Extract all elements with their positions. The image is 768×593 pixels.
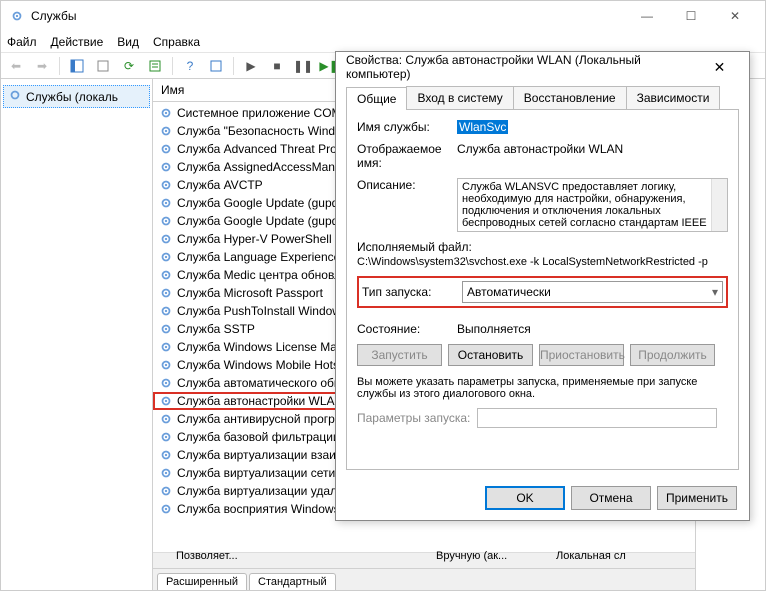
chevron-down-icon: ▾ (712, 285, 718, 299)
label-display-name: Отображаемое имя: (357, 142, 457, 170)
tree-pane: Службы (локаль (1, 79, 153, 590)
label-startup-type: Тип запуска: (362, 285, 462, 299)
service-name: Служба виртуализации взаимод (177, 448, 358, 462)
help-button[interactable]: ? (179, 55, 201, 77)
service-name: Служба автоматического обнар (177, 376, 354, 390)
show-hide-tree-button[interactable] (66, 55, 88, 77)
menu-view[interactable]: Вид (117, 35, 139, 49)
service-name: Системное приложение COM+ (177, 106, 349, 120)
export-button[interactable] (92, 55, 114, 77)
label-description: Описание: (357, 178, 457, 192)
services-icon (8, 88, 22, 105)
tool-button[interactable] (205, 55, 227, 77)
service-name: Служба виртуализации удаленн (177, 484, 357, 498)
maximize-button[interactable]: ☐ (669, 2, 713, 30)
back-button[interactable]: ⬅ (5, 55, 27, 77)
service-name: Служба AssignedAccessManager (177, 160, 359, 174)
startup-type-value: Автоматически (467, 285, 551, 299)
pause-service-button[interactable]: ❚❚ (292, 55, 314, 77)
footer-startup: Вручную (ак... (416, 550, 536, 568)
service-name: Служба базовой фильтрации (177, 430, 340, 444)
service-name: Служба PushToInstall Windows (177, 304, 347, 318)
service-name: Служба восприятия Windows (177, 502, 340, 516)
apply-button[interactable]: Применить (657, 486, 737, 510)
properties-dialog: Свойства: Служба автонастройки WLAN (Лок… (335, 51, 750, 521)
tab-recovery[interactable]: Восстановление (513, 86, 627, 109)
service-name: Служба Microsoft Passport (177, 286, 323, 300)
tree-root-label: Службы (локаль (26, 90, 118, 104)
value-service-name[interactable]: WlanSvc (457, 120, 508, 134)
tab-general[interactable]: Общие (346, 87, 407, 110)
minimize-button[interactable]: — (625, 2, 669, 30)
tab-dependencies[interactable]: Зависимости (626, 86, 721, 109)
service-name: Служба автонастройки WLAN (177, 394, 343, 408)
value-display-name: Служба автонастройки WLAN (457, 142, 728, 156)
stop-service-button[interactable]: ■ (266, 55, 288, 77)
ok-button[interactable]: OK (485, 486, 565, 510)
service-name: Служба SSTP (177, 322, 255, 336)
window-title: Службы (31, 9, 76, 23)
menu-file[interactable]: Файл (7, 35, 37, 49)
service-name: Служба Google Update (gupdate) (177, 196, 359, 210)
resume-button[interactable]: Продолжить (630, 344, 715, 366)
value-state: Выполняется (457, 322, 728, 336)
start-button[interactable]: Запустить (357, 344, 442, 366)
value-description[interactable]: Служба WLANSVC предоставляет логику, нео… (457, 178, 728, 232)
label-service-name: Имя службы: (357, 120, 457, 134)
service-name: Служба Windows Mobile Hotspot (177, 358, 356, 372)
service-name: Служба Google Update (gupdate (177, 214, 355, 228)
startup-type-select[interactable]: Автоматически ▾ (462, 281, 723, 303)
view-tabs: Расширенный Стандартный (153, 568, 695, 590)
label-startup-params: Параметры запуска: (357, 411, 477, 425)
dialog-close-button[interactable]: ✕ (700, 59, 739, 76)
dialog-tabs: Общие Вход в систему Восстановление Зави… (346, 86, 739, 110)
startup-params-input[interactable] (477, 408, 717, 428)
tab-standard[interactable]: Стандартный (249, 573, 336, 590)
close-button[interactable]: ✕ (713, 2, 757, 30)
tab-logon[interactable]: Вход в систему (406, 86, 513, 109)
footer-description: Позволяет... (156, 550, 276, 568)
menu-help[interactable]: Справка (153, 35, 200, 49)
service-name: Служба Medic центра обновлени (177, 268, 361, 282)
start-service-button[interactable]: ▶ (240, 55, 262, 77)
value-executable: C:\Windows\system32\svchost.exe -k Local… (357, 256, 708, 268)
tab-extended[interactable]: Расширенный (157, 573, 247, 590)
service-name: Служба AVCTP (177, 178, 263, 192)
dialog-title: Свойства: Служба автонастройки WLAN (Лок… (346, 53, 700, 81)
cancel-button[interactable]: Отмена (571, 486, 651, 510)
services-icon (9, 8, 25, 24)
titlebar: Службы — ☐ ✕ (1, 1, 765, 31)
stop-button[interactable]: Остановить (448, 344, 533, 366)
status-row: Позволяет... Вручную (ак... Локальная сл (156, 550, 765, 568)
menubar: Файл Действие Вид Справка (1, 31, 765, 53)
label-executable: Исполняемый файл: (357, 240, 472, 254)
dialog-titlebar: Свойства: Служба автонастройки WLAN (Лок… (336, 52, 749, 82)
service-name: Служба антивирусной программ (177, 412, 358, 426)
services-window: Службы — ☐ ✕ Файл Действие Вид Справка ⬅… (0, 0, 766, 591)
service-name: Служба виртуализации сети (177, 466, 335, 480)
label-state: Состояние: (357, 322, 457, 336)
startup-params-hint: Вы можете указать параметры запуска, при… (357, 376, 728, 400)
service-name: Служба "Безопасность Windows" (177, 124, 361, 138)
footer-logon: Локальная сл (536, 550, 656, 568)
window-controls: — ☐ ✕ (625, 2, 757, 30)
properties-button[interactable] (144, 55, 166, 77)
refresh-button[interactable]: ⟳ (118, 55, 140, 77)
pause-button[interactable]: Приостановить (539, 344, 624, 366)
menu-action[interactable]: Действие (51, 35, 104, 49)
forward-button[interactable]: ➡ (31, 55, 53, 77)
tree-root[interactable]: Службы (локаль (3, 85, 150, 108)
description-scrollbar[interactable] (711, 179, 727, 231)
